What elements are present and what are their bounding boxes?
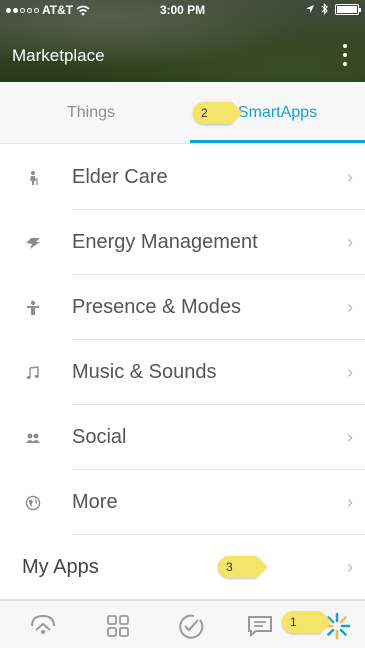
list-item-presence-modes[interactable]: Presence & Modes ›	[0, 275, 365, 340]
list-item-label: Social	[72, 426, 127, 448]
list-item-label: My Apps	[22, 556, 99, 578]
bluetooth-icon	[321, 3, 328, 15]
chevron-right-icon: ›	[347, 492, 353, 512]
callout-label: 2	[193, 102, 243, 124]
list-item-my-apps[interactable]: My Apps ›	[0, 535, 365, 600]
status-right	[305, 3, 361, 15]
tab-things[interactable]: Things	[0, 82, 182, 144]
list-item-more[interactable]: More ›	[0, 470, 365, 535]
list-item-label: Energy Management	[72, 231, 258, 253]
chevron-right-icon: ›	[347, 232, 353, 252]
list-item-music-sounds[interactable]: Music & Sounds ›	[0, 340, 365, 405]
home-icon[interactable]	[28, 611, 58, 641]
music-note-icon	[22, 362, 44, 384]
chevron-right-icon: ›	[347, 167, 353, 187]
active-tab-indicator	[190, 140, 365, 143]
status-bar: AT&T 3:00 PM	[0, 0, 365, 20]
social-icon	[22, 427, 44, 449]
callout-label: 3	[218, 556, 268, 578]
chevron-right-icon: ›	[347, 362, 353, 382]
header: AT&T 3:00 PM Marketplace	[0, 0, 365, 82]
list-item-elder-care[interactable]: Elder Care ›	[0, 145, 365, 210]
callout-badge: 1	[282, 609, 332, 635]
grid-icon[interactable]	[103, 611, 133, 641]
chevron-right-icon: ›	[347, 297, 353, 317]
globe-icon	[22, 492, 44, 514]
page-title: Marketplace	[12, 46, 105, 65]
list-item-label: Music & Sounds	[72, 361, 217, 383]
check-icon[interactable]	[175, 611, 205, 641]
location-icon	[306, 5, 314, 13]
list-item-energy-management[interactable]: Energy Management ›	[0, 210, 365, 275]
segmented-tabs: Things SmartApps	[0, 82, 365, 144]
callout-label: 1	[282, 611, 332, 633]
chevron-right-icon: ›	[347, 427, 353, 447]
list-item-label: Presence & Modes	[72, 296, 241, 318]
chevron-right-icon: ›	[347, 557, 353, 577]
overflow-menu-icon[interactable]	[341, 44, 349, 66]
elder-care-icon	[22, 167, 44, 189]
message-icon[interactable]	[245, 611, 275, 641]
callout-badge: 2	[193, 100, 243, 126]
list-item-social[interactable]: Social ›	[0, 405, 365, 470]
list-item-label: More	[72, 491, 118, 513]
energy-icon	[22, 232, 44, 254]
battery-icon	[335, 3, 361, 15]
callout-badge: 3	[218, 554, 268, 580]
presence-icon	[22, 297, 44, 319]
list-item-label: Elder Care	[72, 166, 168, 188]
